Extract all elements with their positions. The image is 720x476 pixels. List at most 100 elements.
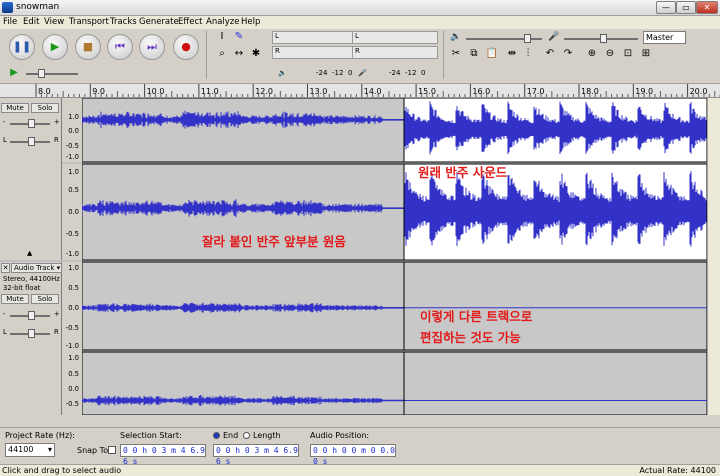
draw-tool-icon[interactable]: ✎ [231,30,247,44]
fit-selection-icon[interactable]: ⊡ [620,47,636,61]
scale-label: 1.0 [68,168,79,176]
audio-position-field[interactable]: 0 0 h 0 0 m 0 0.0 0 s [310,444,396,466]
fit-project-icon[interactable]: ⊞ [638,47,654,61]
mic-icon: 🎤 [358,69,367,77]
ruler-tick-label: 19.0 [635,87,653,96]
menu-tracks[interactable]: Tracks [110,17,137,27]
play-speed-thumb[interactable] [38,69,45,78]
pan-slider-thumb[interactable] [28,329,35,338]
scale-label: 0.0 [68,304,79,312]
copy-icon[interactable]: ⧉ [466,47,482,61]
scale-label: 1.0 [68,354,79,362]
skip-end-icon: ⏭ [147,40,157,53]
rec-meter-channel-L: L [355,32,359,40]
scale-label: 1.0 [68,264,79,272]
solo-button[interactable]: Solo [31,103,59,113]
length-radio[interactable] [243,432,250,439]
zoom-out-icon[interactable]: ⊖ [602,47,618,61]
track-2-control-panel: ✕ Audio Track ▾ Stereo, 44100Hz 32-bit f… [0,262,62,415]
playback-meter-right[interactable]: R [272,46,356,59]
menu-view[interactable]: View [44,17,64,27]
end-radio[interactable] [213,432,220,439]
skip-to-end-button[interactable]: ⏭ [139,34,165,60]
menu-edit[interactable]: Edit [23,17,39,27]
selection-bar: Project Rate (Hz): 44100 ▾ Snap To Selec… [0,427,720,466]
stop-button[interactable]: ■ [75,34,101,60]
selection-tool-icon[interactable]: I [214,30,230,44]
multi-tool-icon[interactable]: ✱ [248,47,264,61]
record-icon: ● [181,40,191,53]
wave-lane-background [404,352,707,415]
pan-right-label: R [54,328,59,336]
ruler-tick-label: 11.0 [201,87,219,96]
selection-start-label: Selection Start: [120,431,182,440]
gain-slider-thumb[interactable] [28,119,35,128]
track-close-button[interactable]: ✕ [1,263,10,273]
undo-icon[interactable]: ↶ [542,47,558,61]
pan-right-label: R [54,136,59,144]
mute-button[interactable]: Mute [1,103,29,113]
stop-icon: ■ [82,40,94,53]
gain-slider-thumb[interactable] [28,311,35,320]
toolbar-separator [206,31,207,79]
ruler-tick-label: 16.0 [472,87,490,96]
ruler-tick-label: 12.0 [255,87,273,96]
maximize-button[interactable]: ▭ [676,1,696,14]
pause-icon: ❚❚ [12,40,32,53]
scale-label: 0.0 [68,208,79,216]
record-button[interactable]: ● [173,34,199,60]
paste-icon[interactable]: 📋 [484,47,500,61]
recording-meter-right[interactable]: R [352,46,438,59]
track-info-rate: Stereo, 44100Hz [3,275,60,283]
title-bar: snowman — ▭ ✕ [0,0,720,16]
trim-icon[interactable]: ⇹ [504,47,520,61]
menu-effect[interactable]: Effect [178,17,202,27]
pause-button[interactable]: ❚❚ [9,34,35,60]
play-speed-slider[interactable] [26,73,78,75]
meter-channel-L: L [275,32,279,40]
selection-start-field[interactable]: 0 0 h 0 3 m 4 6.9 6 s [120,444,206,466]
menu-generate[interactable]: Generate [139,17,179,27]
minimize-button[interactable]: — [656,1,676,14]
ruler-tick-label: 20.0 [690,87,708,96]
track-2-top-scale: 1.0 0.5 0.0 -0.5 -1.0 [62,262,82,352]
gain-plus-label: + [54,118,60,126]
redo-icon[interactable]: ↷ [560,47,576,61]
gain-plus-label: + [54,310,60,318]
zoom-tool-icon[interactable]: ⌕ [214,47,230,61]
mute-button[interactable]: Mute [1,294,29,304]
play-at-speed-icon[interactable]: ▶ [6,66,22,80]
selection-end-field[interactable]: 0 0 h 0 3 m 4 6.9 6 s [213,444,299,466]
input-volume-thumb[interactable] [600,34,607,43]
pan-slider-thumb[interactable] [28,137,35,146]
skip-to-start-button[interactable]: ⏮ [107,34,133,60]
recording-meter[interactable]: L [352,31,438,44]
silence-icon[interactable]: ⫶ [520,47,536,61]
ruler-tick-label: 18.0 [581,87,599,96]
zoom-in-icon[interactable]: ⊕ [584,47,600,61]
annotation-other-track-1: 이렇게 다른 트랙으로 [420,309,533,324]
skip-start-icon: ⏮ [115,40,125,53]
menu-help[interactable]: Help [241,17,260,27]
playback-meter[interactable]: L [272,31,356,44]
play-button[interactable]: ▶ [42,34,68,60]
end-label: End [223,431,239,440]
menu-analyze[interactable]: Analyze [206,17,240,27]
scale-label: 0.5 [68,370,79,378]
menu-transport[interactable]: Transport [69,17,109,27]
timeshift-tool-icon[interactable]: ↔ [231,47,247,61]
snap-to-checkbox[interactable] [108,446,116,454]
vertical-scrollbar[interactable] [707,98,720,415]
track-name-dropdown[interactable]: Audio Track ▾ [11,263,62,273]
waveform-canvas[interactable] [82,98,707,415]
output-volume-thumb[interactable] [524,34,531,43]
input-device-select[interactable]: Master [643,31,686,44]
cut-icon[interactable]: ✂ [448,47,464,61]
timeline-ruler[interactable]: 8.0 9.0 10.0 11.0 12.0 13.0 14.0 15.0 16.0 17.0 18… [0,84,720,98]
status-message: Click and drag to select audio [2,466,122,475]
collapse-track-icon[interactable]: ▲ [27,249,32,257]
project-rate-select[interactable]: 44100 ▾ [5,443,55,457]
menu-file[interactable]: File [3,17,17,27]
close-button[interactable]: ✕ [696,1,718,14]
solo-button[interactable]: Solo [31,294,59,304]
